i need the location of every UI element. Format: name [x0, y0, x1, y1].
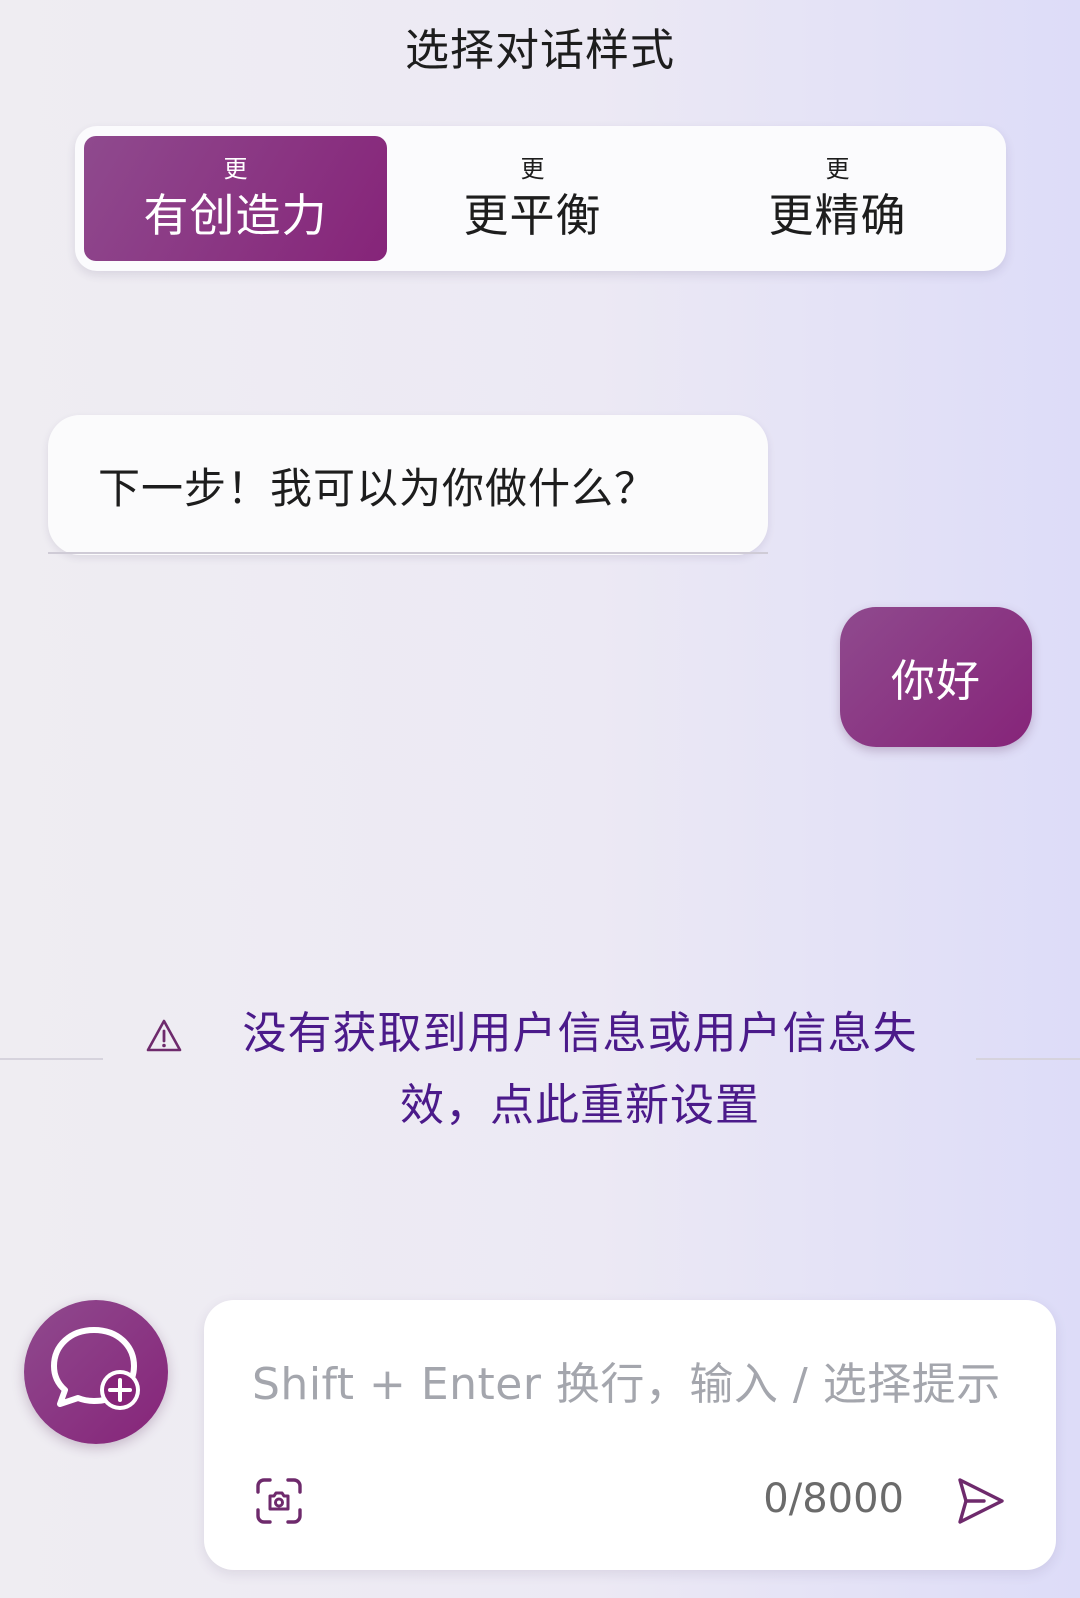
bot-message-divider	[48, 552, 768, 554]
bot-message-text: 下一步！我可以为你做什么？	[98, 463, 658, 513]
reset-user-info-link[interactable]: 没有获取到用户信息或用户信息失效，点此重新设置	[200, 998, 960, 1142]
bot-message-bubble: 下一步！我可以为你做什么？	[48, 415, 768, 555]
tone-precise-prefix: 更	[825, 154, 850, 183]
user-message-text: 你好	[891, 656, 981, 707]
tone-balanced-button[interactable]: 更 更平衡	[381, 136, 684, 261]
tone-precise-label: 更精确	[768, 188, 907, 242]
notice-divider-left	[0, 1058, 103, 1060]
character-counter: 0/8000	[763, 1476, 904, 1522]
page-title: 选择对话样式	[405, 25, 675, 76]
user-message-bubble: 你好	[840, 607, 1032, 747]
scan-icon[interactable]	[254, 1476, 304, 1526]
tone-balanced-label: 更平衡	[463, 188, 602, 242]
tone-creative-prefix: 更	[223, 154, 248, 183]
tone-creative-button[interactable]: 更 有创造力	[84, 136, 387, 261]
tone-creative-label: 有创造力	[143, 188, 328, 242]
tone-precise-button[interactable]: 更 更精确	[686, 136, 989, 261]
message-input[interactable]: Shift + Enter 换行，输入 / 选择提示	[252, 1348, 1012, 1412]
tone-balanced-prefix: 更	[520, 154, 545, 183]
conversation-style-selector: 更 有创造力 更 更平衡 更 更精确	[75, 126, 1006, 271]
warning-icon	[146, 1019, 182, 1052]
new-chat-button[interactable]	[24, 1300, 168, 1444]
send-icon[interactable]	[954, 1474, 1008, 1528]
message-composer[interactable]: Shift + Enter 换行，输入 / 选择提示 0/8000	[204, 1300, 1056, 1570]
new-chat-icon	[51, 1327, 140, 1410]
notice-divider-right	[976, 1058, 1080, 1060]
